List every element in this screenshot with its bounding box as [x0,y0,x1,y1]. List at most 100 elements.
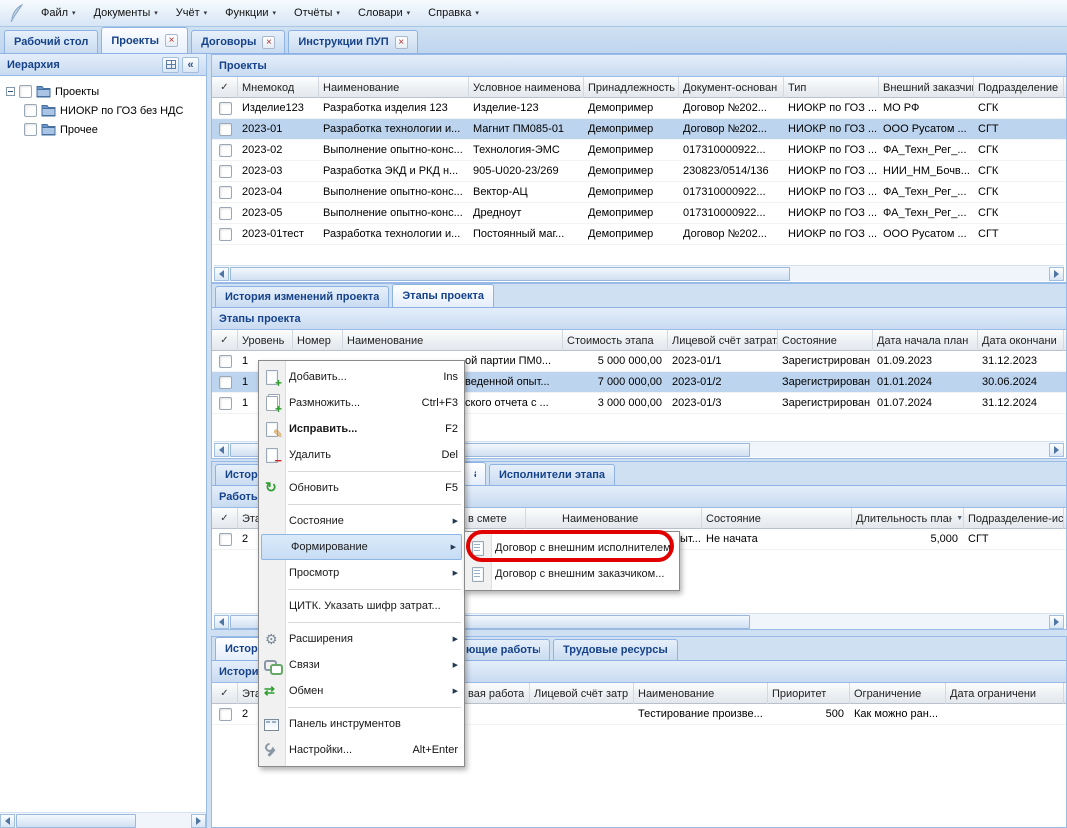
column-header[interactable]: Длительность план▼ [852,508,964,529]
column-header[interactable]: Наименование [634,683,768,704]
tree-checkbox[interactable] [19,85,32,98]
column-header[interactable]: Стоимость этапа [563,330,668,351]
tree-checkbox[interactable] [24,104,37,117]
column-header[interactable]: Уровень [238,330,293,351]
column-header[interactable]: Состояние [778,330,873,351]
row-checkbox[interactable] [219,355,232,368]
scroll-left-button[interactable] [214,443,229,457]
tree-node[interactable]: НИОКР по ГОЗ без НДС [0,101,206,120]
tree-node[interactable]: Прочее [0,120,206,139]
column-header[interactable]: Внешний заказчик [879,77,974,98]
tab[interactable]: Исполнители этапа [489,464,615,485]
tab[interactable]: Трудовые ресурсы [553,639,678,660]
row-checkbox[interactable] [219,708,232,721]
tab[interactable]: Инструкции ПУП× [288,30,417,53]
sidebar-collapse-button[interactable]: « [182,57,199,73]
column-header[interactable]: Дата начала план [873,330,978,351]
scroll-right-button[interactable] [1049,267,1064,281]
menu-item[interactable]: ОбновитьF5 [259,475,464,501]
tab[interactable]: Этапы проекта [392,284,494,307]
tab[interactable]: Проекты× [101,27,188,53]
column-header[interactable]: Принадлежность [584,77,679,98]
menubar-item[interactable]: Отчёты▾ [285,0,349,26]
menu-item[interactable]: Расширения▶ [259,626,464,652]
column-header[interactable]: Наименование [319,77,469,98]
menubar-item[interactable]: Словари▾ [349,0,419,26]
menu-item[interactable]: Панель инструментов [259,711,464,737]
scroll-left-button[interactable] [214,267,229,281]
menu-item[interactable]: Размножить...Ctrl+F3 [259,390,464,416]
row-checkbox[interactable] [219,165,232,178]
column-header[interactable]: Лицевой счёт затрат. [668,330,778,351]
row-checkbox[interactable] [219,207,232,220]
tab[interactable]: Рабочий стол [4,30,98,53]
scroll-thumb[interactable] [16,814,136,828]
menu-item[interactable]: Связи▶ [259,652,464,678]
select-all-column-header[interactable]: ✓ [212,77,238,98]
column-header[interactable]: Состояние [702,508,852,529]
menu-item[interactable]: Договор с внешним заказчиком... [465,561,679,587]
tree-collapse-icon[interactable] [6,87,15,96]
grid-row[interactable]: 2023-03Разработка ЭКД и РКД н...905-U020… [212,161,1066,182]
column-header[interactable]: Наименование [343,330,563,351]
tree-node[interactable]: Проекты [0,82,206,101]
column-header[interactable]: Приоритет [768,683,850,704]
menubar-item[interactable]: Учёт▾ [167,0,216,26]
column-header[interactable]: Наименование [526,508,702,529]
select-all-column-header[interactable]: ✓ [212,508,238,529]
tab-close-icon[interactable]: × [262,36,275,49]
grid-row[interactable]: 2023-01тестРазработка технологии и...Пос… [212,224,1066,245]
column-header[interactable]: Лицевой счёт затр [530,683,634,704]
menu-item[interactable]: Просмотр▶ [259,560,464,586]
tree-checkbox[interactable] [24,123,37,136]
tab-close-icon[interactable]: × [395,36,408,49]
projects-hscrollbar[interactable] [214,265,1064,281]
select-all-column-header[interactable]: ✓ [212,330,238,351]
grid-row[interactable]: 2023-01Разработка технологии и...Магнит … [212,119,1066,140]
column-header[interactable]: Дата окончани [978,330,1064,351]
scroll-right-button[interactable] [1049,615,1064,629]
menubar-item[interactable]: Файл▾ [32,0,85,26]
menu-item[interactable]: Настройки...Alt+Enter [259,737,464,763]
column-header[interactable]: Подразделение [974,77,1064,98]
menubar-item[interactable]: Документы▾ [85,0,167,26]
grid-row[interactable]: 2023-04Выполнение опытно-конс...Вектор-А… [212,182,1066,203]
column-header[interactable]: Мнемокод [238,77,319,98]
row-checkbox[interactable] [219,533,232,546]
grid-row[interactable]: 2023-02Выполнение опытно-конс...Технолог… [212,140,1066,161]
scroll-left-button[interactable] [0,814,15,828]
column-header[interactable]: Дата ограничени [946,683,1064,704]
menubar-item[interactable]: Функции▾ [216,0,285,26]
row-checkbox[interactable] [219,228,232,241]
menu-item[interactable]: ЦИТК. Указать шифр затрат... [259,593,464,619]
tab-close-icon[interactable]: × [165,34,178,47]
column-header[interactable]: Номер [293,330,343,351]
column-header[interactable]: Условное наименова [469,77,584,98]
row-checkbox[interactable] [219,123,232,136]
column-header[interactable]: Подразделение-испо [964,508,1064,529]
row-checkbox[interactable] [219,397,232,410]
row-checkbox[interactable] [219,186,232,199]
menu-item[interactable]: УдалитьDel [259,442,464,468]
scroll-thumb[interactable] [230,267,790,281]
row-checkbox[interactable] [219,144,232,157]
column-header[interactable]: Ограничение [850,683,946,704]
menu-item[interactable]: Обмен▶ [259,678,464,704]
menu-item[interactable]: Формирование▶ [261,534,462,560]
column-header[interactable]: Документ-основан [679,77,784,98]
menu-item[interactable]: Добавить...Ins [259,364,464,390]
scroll-right-button[interactable] [191,814,206,828]
row-checkbox[interactable] [219,376,232,389]
grid-row[interactable]: 2023-05Выполнение опытно-конс...Дредноут… [212,203,1066,224]
row-checkbox[interactable] [219,102,232,115]
scroll-right-button[interactable] [1049,443,1064,457]
sidebar-hscrollbar[interactable] [0,812,206,828]
menu-item[interactable]: Исправить...F2 [259,416,464,442]
tab[interactable]: Договоры× [191,30,285,53]
sidebar-find-button[interactable] [162,57,179,73]
column-header[interactable]: Тип [784,77,879,98]
menu-item[interactable]: Состояние▶ [259,508,464,534]
grid-row[interactable]: Изделие123Разработка изделия 123Изделие-… [212,98,1066,119]
select-all-column-header[interactable]: ✓ [212,683,238,704]
tab[interactable]: История изменений проекта [215,286,389,307]
